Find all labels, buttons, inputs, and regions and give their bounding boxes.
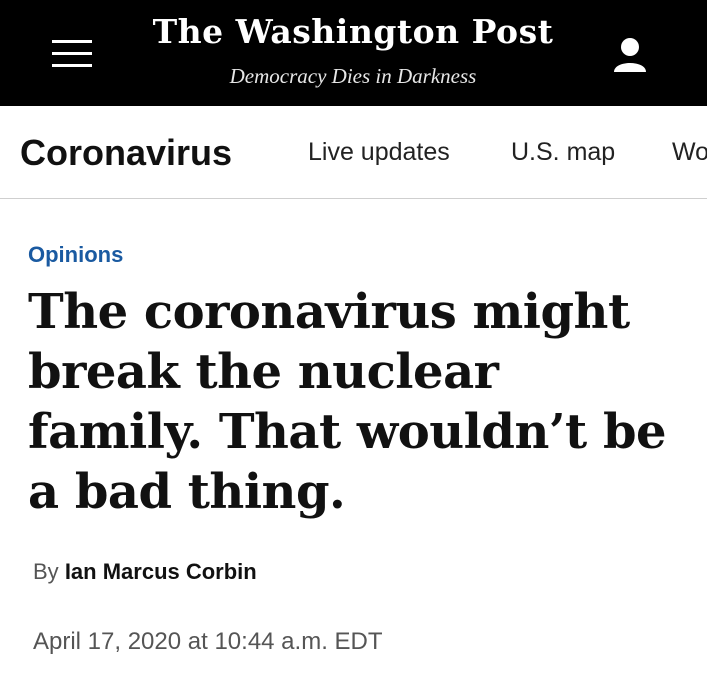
nav-link-us-map[interactable]: U.S. map — [511, 138, 615, 167]
user-icon — [614, 38, 646, 72]
byline-prefix: By — [33, 559, 59, 584]
publish-timestamp: April 17, 2020 at 10:44 a.m. EDT — [33, 628, 383, 655]
site-tagline: Democracy Dies in Darkness — [229, 64, 477, 88]
site-logo[interactable]: The Washington Post — [140, 12, 566, 51]
menu-line — [52, 52, 92, 55]
nav-link-world[interactable]: Wo — [672, 138, 707, 167]
byline: By Ian Marcus Corbin — [33, 559, 257, 585]
page: The Washington Post Democracy Dies in Da… — [0, 0, 707, 696]
masthead: The Washington Post Democracy Dies in Da… — [0, 0, 707, 106]
hamburger-menu-icon[interactable] — [52, 38, 92, 68]
author-link[interactable]: Ian Marcus Corbin — [65, 559, 257, 584]
section-nav: Coronavirus Live updates U.S. map Wo — [0, 106, 707, 199]
user-account-icon[interactable] — [606, 34, 654, 78]
article-headline: The coronavirus might break the nuclear … — [28, 284, 667, 520]
nav-link-live-updates[interactable]: Live updates — [308, 138, 450, 167]
article-kicker[interactable]: Opinions — [28, 242, 123, 268]
menu-line — [52, 40, 92, 43]
menu-line — [52, 64, 92, 67]
section-title[interactable]: Coronavirus — [20, 132, 232, 174]
